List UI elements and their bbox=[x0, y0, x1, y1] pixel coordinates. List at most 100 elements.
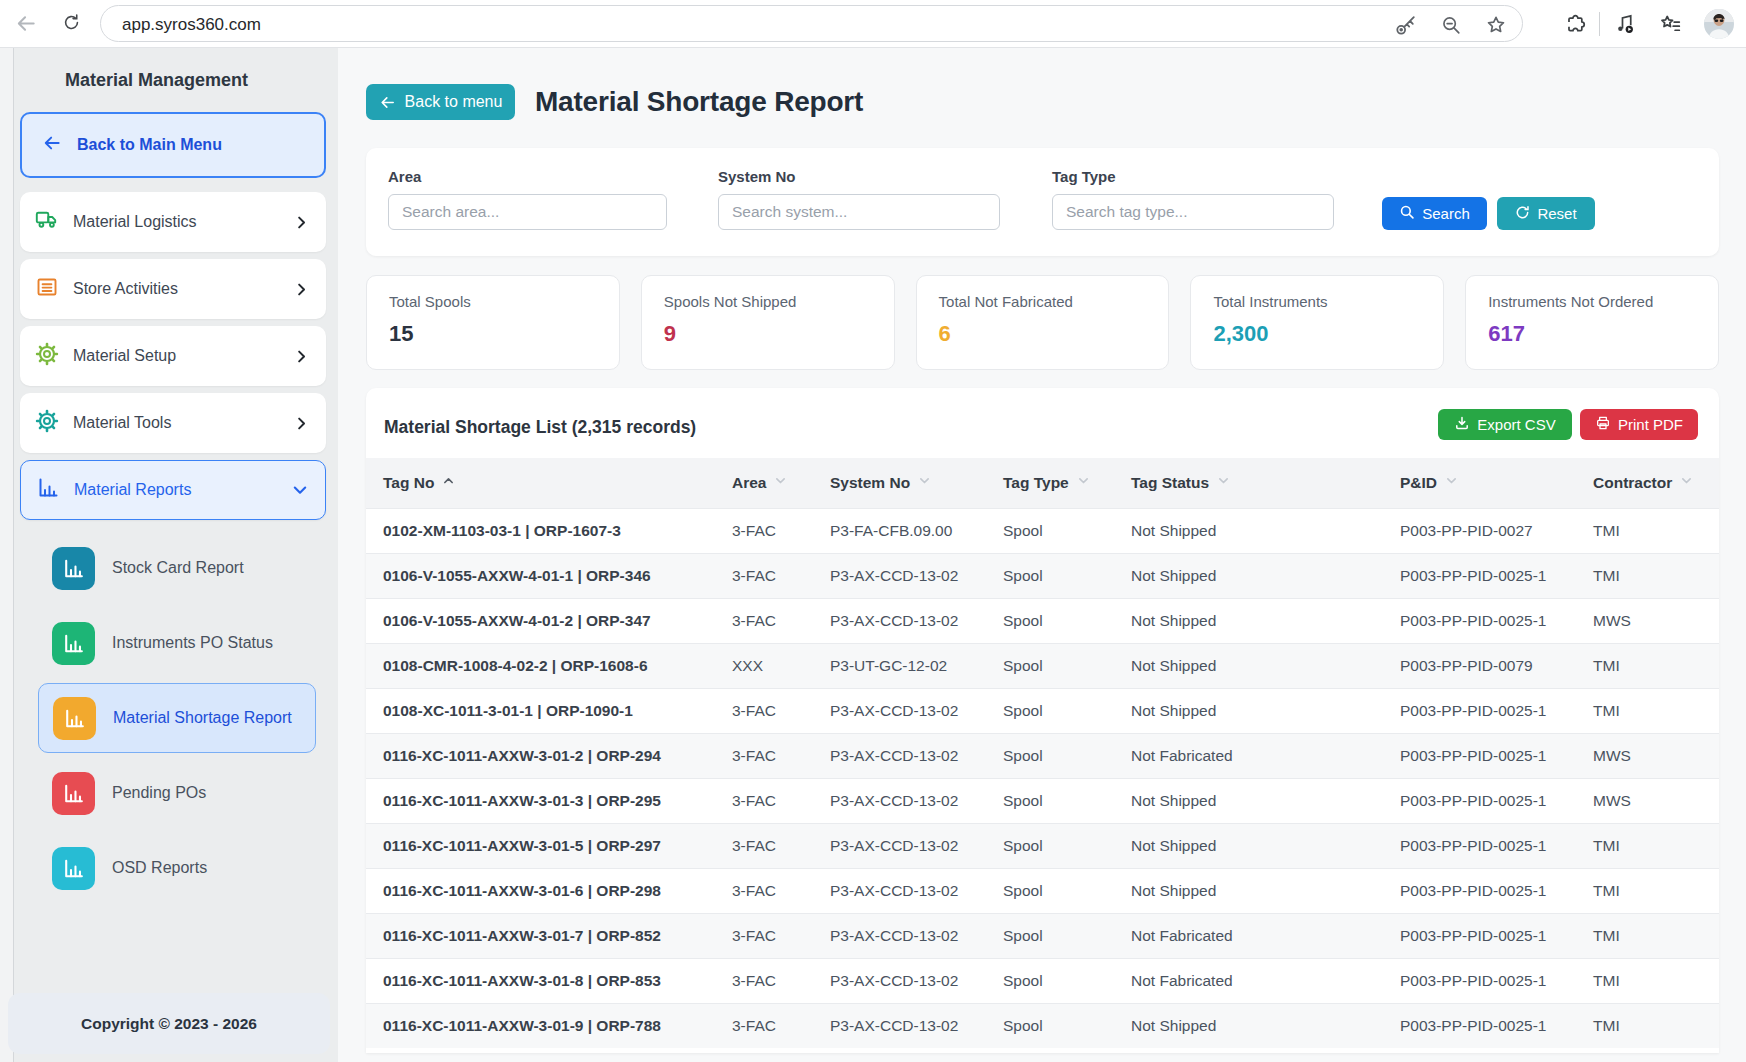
table-row[interactable]: 0108-XC-1011-3-01-1 | ORP-1090-13-FACP3-… bbox=[366, 688, 1719, 733]
sidebar-item-material-setup[interactable]: Material Setup bbox=[20, 326, 326, 386]
key-icon[interactable] bbox=[1394, 13, 1418, 37]
zoom-out-icon[interactable] bbox=[1439, 13, 1463, 37]
table-row[interactable]: 0102-XM-1103-03-1 | ORP-1607-33-FACP3-FA… bbox=[366, 508, 1719, 553]
sidebar-item-material-tools[interactable]: Material Tools bbox=[20, 393, 326, 453]
cell-system: P3-AX-CCD-13-02 bbox=[813, 688, 986, 733]
system-search-input[interactable] bbox=[718, 194, 1000, 230]
address-bar[interactable]: app.syros360.com bbox=[100, 5, 1523, 42]
print-pdf-button[interactable]: Print PDF bbox=[1580, 409, 1698, 440]
cell-area: 3-FAC bbox=[715, 508, 813, 553]
cell-type: Spool bbox=[986, 913, 1114, 958]
sort-icon bbox=[1680, 473, 1693, 491]
extensions-puzzle-icon[interactable] bbox=[1563, 12, 1587, 36]
cell-status: Not Shipped bbox=[1114, 598, 1383, 643]
table-row[interactable]: 0116-XC-1011-AXXW-3-01-9 | ORP-7883-FACP… bbox=[366, 1003, 1719, 1048]
sort-icon bbox=[918, 473, 931, 491]
cell-status: Not Fabricated bbox=[1114, 913, 1383, 958]
search-button[interactable]: Search bbox=[1382, 197, 1487, 230]
column-header-pid[interactable]: P&ID bbox=[1383, 458, 1576, 508]
stat-card-total-spools: Total Spools 15 bbox=[366, 275, 620, 370]
cell-tag: 0102-XM-1103-03-1 | ORP-1607-3 bbox=[366, 508, 715, 553]
sidebar-subitem-osd-reports[interactable]: OSD Reports bbox=[38, 833, 316, 903]
cell-tag: 0106-V-1055-AXXW-4-01-1 | ORP-346 bbox=[366, 553, 715, 598]
cell-status: Not Shipped bbox=[1114, 553, 1383, 598]
sidebar-subitem-instruments-po-status[interactable]: Instruments PO Status bbox=[38, 608, 316, 678]
bar-chart-icon bbox=[52, 772, 95, 815]
sidebar: Material Management Back to Main Menu Ma… bbox=[0, 48, 338, 1062]
tagtype-search-input[interactable] bbox=[1052, 194, 1334, 230]
reset-button[interactable]: Reset bbox=[1497, 197, 1595, 230]
avatar[interactable] bbox=[1704, 9, 1734, 39]
cell-pid: P003-PP-PID-0025-1 bbox=[1383, 688, 1576, 733]
favorite-star-icon[interactable] bbox=[1484, 13, 1508, 37]
stat-card-instruments-not-ordered: Instruments Not Ordered 617 bbox=[1465, 275, 1719, 370]
cell-contractor: TMI bbox=[1576, 643, 1719, 688]
column-header-tagstatus[interactable]: Tag Status bbox=[1114, 458, 1383, 508]
column-header-systemno[interactable]: System No bbox=[813, 458, 986, 508]
table-row[interactable]: 0116-XC-1011-AXXW-3-01-3 | ORP-2953-FACP… bbox=[366, 778, 1719, 823]
cell-status: Not Shipped bbox=[1114, 778, 1383, 823]
column-header-tagno[interactable]: Tag No bbox=[366, 458, 715, 508]
column-header-area[interactable]: Area bbox=[715, 458, 813, 508]
sidebar-item-store-activities[interactable]: Store Activities bbox=[20, 259, 326, 319]
table-row[interactable]: 0106-V-1055-AXXW-4-01-2 | ORP-3473-FACP3… bbox=[366, 598, 1719, 643]
table-row[interactable]: 0108-CMR-1008-4-02-2 | ORP-1608-6XXXP3-U… bbox=[366, 643, 1719, 688]
export-csv-button[interactable]: Export CSV bbox=[1438, 409, 1572, 440]
cell-system: P3-AX-CCD-13-02 bbox=[813, 913, 986, 958]
browser-toolbar: app.syros360.com bbox=[0, 0, 1746, 48]
cell-tag: 0116-XC-1011-AXXW-3-01-7 | ORP-852 bbox=[366, 913, 715, 958]
cell-contractor: MWS bbox=[1576, 733, 1719, 778]
table-row[interactable]: 0106-V-1055-AXXW-4-01-1 | ORP-3463-FACP3… bbox=[366, 553, 1719, 598]
cell-system: P3-AX-CCD-13-02 bbox=[813, 958, 986, 1003]
browser-reload-icon[interactable] bbox=[62, 13, 81, 36]
sidebar-title: Material Management bbox=[65, 70, 248, 91]
table-row[interactable]: 0116-XC-1011-AXXW-3-01-7 | ORP-8523-FACP… bbox=[366, 913, 1719, 958]
cell-type: Spool bbox=[986, 688, 1114, 733]
cell-area: 3-FAC bbox=[715, 823, 813, 868]
main-content: Back to menu Material Shortage Report Ar… bbox=[338, 48, 1746, 1062]
cell-type: Spool bbox=[986, 553, 1114, 598]
sort-icon bbox=[1077, 473, 1090, 491]
table-row[interactable]: 0116-XC-1011-AXXW-3-01-5 | ORP-2973-FACP… bbox=[366, 823, 1719, 868]
cell-tag: 0116-XC-1011-AXXW-3-01-8 | ORP-853 bbox=[366, 958, 715, 1003]
sidebar-item-material-reports[interactable]: Material Reports bbox=[20, 460, 326, 520]
back-to-menu-button[interactable]: Back to menu bbox=[366, 84, 515, 120]
copyright: Copyright © 2023 - 2026 bbox=[8, 993, 330, 1054]
cell-status: Not Fabricated bbox=[1114, 733, 1383, 778]
sidebar-subitem-stock-card-report[interactable]: Stock Card Report bbox=[38, 533, 316, 603]
cell-type: Spool bbox=[986, 868, 1114, 913]
left-arrow-icon bbox=[42, 133, 62, 158]
chevron-right-icon bbox=[294, 282, 309, 297]
cell-area: 3-FAC bbox=[715, 598, 813, 643]
cell-type: Spool bbox=[986, 643, 1114, 688]
collections-icon[interactable] bbox=[1658, 12, 1682, 36]
cell-system: P3-AX-CCD-13-02 bbox=[813, 778, 986, 823]
cell-tag: 0108-XC-1011-3-01-1 | ORP-1090-1 bbox=[366, 688, 715, 733]
column-header-contractor[interactable]: Contractor bbox=[1576, 458, 1719, 508]
cell-type: Spool bbox=[986, 1003, 1114, 1048]
table-row[interactable]: 0116-XC-1011-AXXW-3-01-2 | ORP-2943-FACP… bbox=[366, 733, 1719, 778]
cell-system: P3-AX-CCD-13-02 bbox=[813, 733, 986, 778]
table-row[interactable]: 0116-XC-1011-AXXW-3-01-6 | ORP-2983-FACP… bbox=[366, 868, 1719, 913]
media-music-icon[interactable] bbox=[1612, 12, 1636, 36]
cell-type: Spool bbox=[986, 778, 1114, 823]
cell-contractor: TMI bbox=[1576, 553, 1719, 598]
cell-type: Spool bbox=[986, 508, 1114, 553]
cell-contractor: TMI bbox=[1576, 508, 1719, 553]
sidebar-scrollbar[interactable] bbox=[0, 48, 14, 1062]
area-search-input[interactable] bbox=[388, 194, 667, 230]
back-to-main-menu-button[interactable]: Back to Main Menu bbox=[20, 112, 326, 178]
cell-system: P3-FA-CFB.09.00 bbox=[813, 508, 986, 553]
table-row[interactable]: 0116-XC-1011-AXXW-3-01-8 | ORP-8533-FACP… bbox=[366, 958, 1719, 1003]
browser-back-icon[interactable] bbox=[15, 12, 38, 39]
cell-contractor: TMI bbox=[1576, 688, 1719, 733]
sidebar-subitem-material-shortage-report[interactable]: Material Shortage Report bbox=[38, 683, 316, 753]
sort-icon bbox=[1445, 473, 1458, 491]
sidebar-item-material-logistics[interactable]: Material Logistics bbox=[20, 192, 326, 252]
sidebar-subitem-pending-pos[interactable]: Pending POs bbox=[38, 758, 316, 828]
sort-ascending-icon bbox=[442, 473, 455, 491]
cell-tag: 0106-V-1055-AXXW-4-01-2 | ORP-347 bbox=[366, 598, 715, 643]
column-header-tagtype[interactable]: Tag Type bbox=[986, 458, 1114, 508]
cell-contractor: MWS bbox=[1576, 778, 1719, 823]
bar-chart-icon bbox=[52, 847, 95, 890]
